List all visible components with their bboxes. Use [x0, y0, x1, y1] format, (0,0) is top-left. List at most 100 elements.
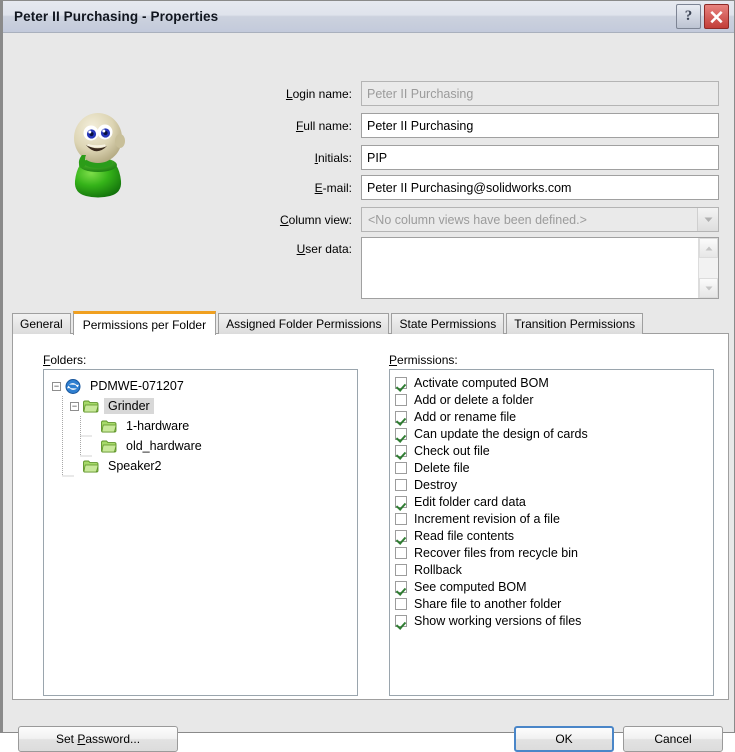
initials-input[interactable] [361, 145, 719, 170]
email-row: E-mail: [273, 175, 719, 200]
permission-row[interactable]: See computed BOM [395, 578, 713, 595]
permission-checkbox[interactable] [395, 461, 407, 474]
tree-item-label: Speaker2 [108, 459, 162, 473]
permission-label: Rollback [414, 562, 462, 577]
tree-item-grinder[interactable]: − Grinder [44, 396, 357, 416]
full-name-row: Full name: [273, 113, 719, 138]
permission-label: Increment revision of a file [414, 511, 560, 526]
folder-icon [83, 460, 99, 472]
tree-item-1-hardware[interactable]: 1-hardware [44, 416, 357, 436]
user-data-scrollbar[interactable] [698, 238, 718, 298]
title-bar-buttons: ? [676, 4, 729, 29]
ok-button[interactable]: OK [514, 726, 614, 752]
permission-checkbox[interactable] [395, 427, 407, 440]
folders-panel-title: Folders: [43, 353, 87, 367]
scroll-up-icon[interactable] [699, 238, 718, 258]
tree-item-old-hardware[interactable]: old_hardware [44, 436, 357, 456]
column-view-select[interactable]: <No column views have been defined.> [361, 207, 719, 232]
permission-row[interactable]: Activate computed BOM [395, 374, 713, 391]
permission-row[interactable]: Check out file [395, 442, 713, 459]
permissions-list[interactable]: Activate computed BOM Add or delete a fo… [389, 369, 714, 696]
full-name-label: Full name: [295, 118, 352, 133]
permission-checkbox[interactable] [395, 546, 407, 559]
column-view-label: Column view: [279, 212, 352, 227]
permission-checkbox[interactable] [395, 614, 407, 627]
permission-row[interactable]: Can update the design of cards [395, 425, 713, 442]
avatar-icon [74, 113, 125, 198]
folder-icon [83, 400, 99, 412]
permission-label: Show working versions of files [414, 613, 582, 628]
user-data-field[interactable] [361, 237, 719, 299]
permissions-panel-title: Permissions: [389, 353, 458, 367]
tab-state-permissions[interactable]: State Permissions [391, 313, 505, 334]
permission-checkbox[interactable] [395, 444, 407, 457]
help-button[interactable]: ? [676, 4, 701, 29]
permission-label: Activate computed BOM [414, 375, 549, 390]
permission-row[interactable]: Show working versions of files [395, 612, 713, 629]
properties-dialog-window: Peter II Purchasing - Properties ? Login… [0, 0, 735, 752]
permission-row[interactable]: Recover files from recycle bin [395, 544, 713, 561]
permission-row[interactable]: Share file to another folder [395, 595, 713, 612]
permission-row[interactable]: Destroy [395, 476, 713, 493]
login-name-input[interactable] [361, 81, 719, 106]
permission-checkbox[interactable] [395, 410, 407, 423]
permission-checkbox[interactable] [395, 529, 407, 542]
permission-label: Check out file [414, 443, 490, 458]
permission-row[interactable]: Edit folder card data [395, 493, 713, 510]
permission-label: Share file to another folder [414, 596, 562, 611]
permissions-items: Activate computed BOM Add or delete a fo… [390, 370, 713, 629]
permission-row[interactable]: Read file contents [395, 527, 713, 544]
permission-label: Destroy [414, 477, 458, 492]
permission-label: Delete file [414, 460, 470, 475]
tree-item-pdmwe[interactable]: − PDMWE-071207 [44, 376, 357, 396]
tree-item-label: 1-hardware [126, 419, 190, 433]
vault-icon [65, 378, 81, 394]
chevron-down-icon[interactable] [697, 208, 718, 231]
scroll-down-icon[interactable] [699, 278, 718, 298]
permission-label: Edit folder card data [414, 494, 526, 509]
permission-checkbox[interactable] [395, 512, 407, 525]
permission-row[interactable]: Delete file [395, 459, 713, 476]
permission-checkbox[interactable] [395, 580, 407, 593]
user-data-textarea[interactable] [362, 238, 698, 298]
window-title: Peter II Purchasing - Properties [14, 9, 219, 24]
permission-label: Add or delete a folder [414, 392, 534, 407]
column-view-value: <No column views have been defined.> [368, 212, 587, 227]
permission-checkbox[interactable] [395, 563, 407, 576]
folder-icon [101, 440, 117, 452]
email-input[interactable] [361, 175, 719, 200]
folder-icon [101, 420, 117, 432]
permission-checkbox[interactable] [395, 393, 407, 406]
tab-general[interactable]: General [12, 313, 71, 334]
user-avatar [58, 95, 138, 200]
expander-minus-icon[interactable]: − [52, 381, 61, 391]
expander-minus-icon[interactable]: − [70, 401, 79, 411]
folder-tree-root: − PDMWE-071207 − Grinder 1-hardware old_… [44, 370, 357, 477]
permission-checkbox[interactable] [395, 376, 407, 389]
permission-row[interactable]: Add or rename file [395, 408, 713, 425]
full-name-input[interactable] [361, 113, 719, 138]
tab-permissions-per-folder[interactable]: Permissions per Folder [72, 311, 217, 335]
tab-assigned-folder-permissions[interactable]: Assigned Folder Permissions [218, 313, 390, 334]
permission-row[interactable]: Rollback [395, 561, 713, 578]
user-data-label: User data: [296, 242, 352, 256]
folders-tree[interactable]: − PDMWE-071207 − Grinder 1-hardware old_… [43, 369, 358, 696]
permission-checkbox[interactable] [395, 597, 407, 610]
permission-label: Recover files from recycle bin [414, 545, 578, 560]
tree-item-speaker2[interactable]: Speaker2 [44, 456, 357, 476]
tree-item-label: old_hardware [126, 439, 202, 453]
close-button[interactable] [704, 4, 729, 29]
permission-label: Can update the design of cards [414, 426, 588, 441]
login-name-row: Login name: [273, 81, 719, 106]
permission-row[interactable]: Add or delete a folder [395, 391, 713, 408]
title-bar: Peter II Purchasing - Properties ? [3, 1, 734, 33]
permission-checkbox[interactable] [395, 495, 407, 508]
question-mark-icon: ? [684, 8, 693, 24]
set-password-button[interactable]: Set Password... [18, 726, 178, 752]
cancel-button[interactable]: Cancel [623, 726, 723, 752]
permission-row[interactable]: Increment revision of a file [395, 510, 713, 527]
permission-checkbox[interactable] [395, 478, 407, 491]
tab-transition-permissions[interactable]: Transition Permissions [506, 313, 644, 334]
email-label: E-mail: [314, 180, 352, 195]
permission-label: Add or rename file [414, 409, 517, 424]
